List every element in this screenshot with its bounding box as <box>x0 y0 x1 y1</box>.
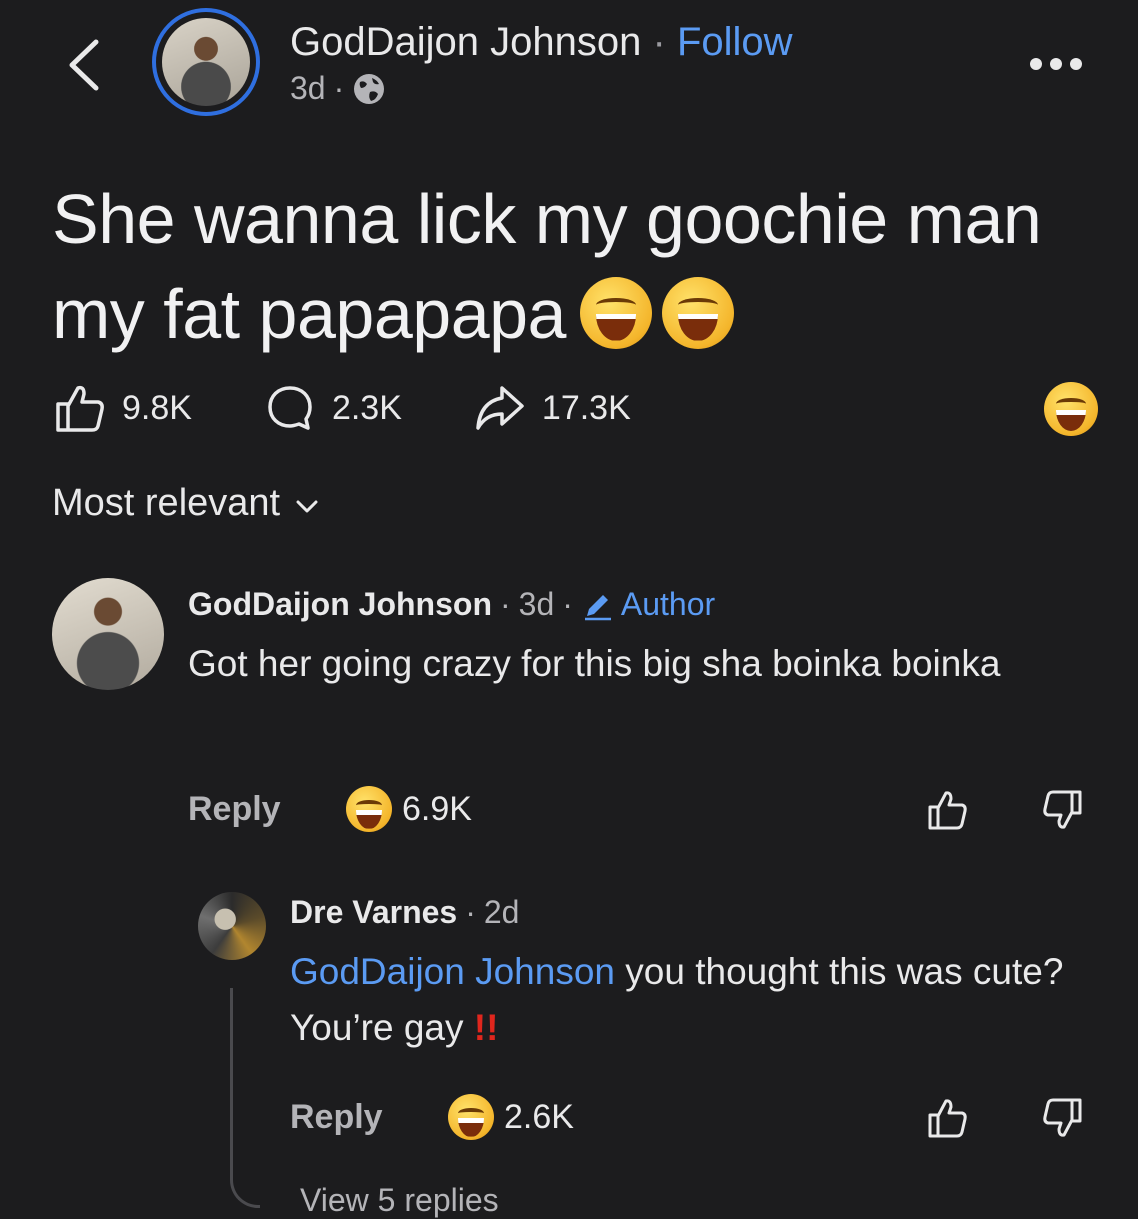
thumbs-down-icon <box>1043 790 1082 829</box>
double-exclamation-icon: !! <box>473 1007 499 1048</box>
upvote-button[interactable] <box>926 1096 970 1140</box>
comment-time: 3d <box>518 586 555 622</box>
separator: · <box>465 894 476 930</box>
thumbs-up-icon <box>928 1099 967 1138</box>
comment-author-name[interactable]: GodDaijon Johnson <box>188 586 492 623</box>
more-options-button[interactable] <box>1030 52 1090 76</box>
mention-link[interactable]: GodDaijon Johnson <box>290 951 615 992</box>
comment-header: GodDaijon Johnson · 3d · Author <box>188 586 715 623</box>
sort-dropdown[interactable]: Most relevant <box>52 482 320 525</box>
back-button[interactable] <box>62 38 106 92</box>
more-dot-icon <box>1050 58 1062 70</box>
grinning-face-reaction-icon[interactable] <box>1044 382 1098 436</box>
reply-reactions[interactable]: 2.6K <box>448 1094 574 1140</box>
sort-label: Most relevant <box>52 482 281 524</box>
reply-button[interactable]: Reply <box>290 1098 383 1137</box>
globe-icon <box>354 73 385 104</box>
comment-count: 2.3K <box>331 388 402 427</box>
follow-button[interactable]: Follow <box>677 20 793 64</box>
downvote-button[interactable] <box>1040 788 1084 832</box>
pencil-icon <box>584 594 611 620</box>
post-meta: 3d · <box>290 70 386 107</box>
meta-separator: · <box>333 70 345 106</box>
post-author-row: GodDaijon Johnson · Follow <box>290 18 793 66</box>
reply-button[interactable]: Reply <box>188 790 281 829</box>
comment-reactions[interactable]: 6.9K <box>346 786 472 832</box>
comment-bubble-icon <box>268 386 312 430</box>
chevron-down-icon <box>296 500 318 512</box>
separator: · <box>499 586 511 622</box>
author-badge-label: Author <box>620 586 716 622</box>
reply-header: Dre Varnes · 2d <box>290 894 519 931</box>
post-author-avatar[interactable] <box>152 8 260 116</box>
post-time: 3d <box>290 70 326 106</box>
thumbs-up-icon <box>928 791 967 830</box>
reaction-count: 6.9K <box>402 789 472 828</box>
like-count: 9.8K <box>122 388 192 427</box>
like-button[interactable]: 9.8K <box>52 380 192 436</box>
thumbs-up-icon <box>56 385 104 432</box>
comment-button[interactable]: 2.3K <box>262 380 402 436</box>
post-body: She wanna lick my goochie man my fat pap… <box>52 172 1052 362</box>
chevron-left-icon <box>69 39 99 91</box>
share-button[interactable]: 17.3K <box>472 380 631 436</box>
avatar-image <box>162 18 250 106</box>
rolling-laughing-emoji-icon <box>579 276 652 349</box>
thread-line <box>230 988 260 1208</box>
thumbs-down-icon <box>1043 1098 1082 1137</box>
reaction-count: 2.6K <box>504 1097 574 1136</box>
grinning-face-emoji-icon <box>448 1094 494 1140</box>
reply-avatar[interactable] <box>198 892 266 960</box>
comment-avatar[interactable] <box>52 578 164 690</box>
author-badge: Author <box>581 586 715 623</box>
post-stats-row: 9.8K 2.3K 17.3K <box>52 380 631 436</box>
more-dot-icon <box>1070 58 1082 70</box>
reply-text: GodDaijon Johnson you thought this was c… <box>290 944 1110 1056</box>
comment-actions: Reply 6.9K <box>188 786 1088 836</box>
more-dot-icon <box>1030 58 1042 70</box>
reply-actions: Reply 2.6K <box>290 1094 1090 1144</box>
rolling-laughing-emoji-icon <box>661 276 734 349</box>
comment-text: Got her going crazy for this big sha boi… <box>188 643 1001 684</box>
separator: · <box>562 586 573 622</box>
post-text: She wanna lick my goochie man my fat pap… <box>52 180 1042 353</box>
upvote-button[interactable] <box>926 788 970 832</box>
reply-time: 2d <box>483 894 520 930</box>
post-author-name[interactable]: GodDaijon Johnson <box>290 20 641 64</box>
downvote-button[interactable] <box>1040 1096 1084 1140</box>
grinning-face-emoji-icon <box>346 786 392 832</box>
separator: · <box>652 20 666 64</box>
share-arrow-icon <box>476 386 524 430</box>
reply-author-name[interactable]: Dre Varnes <box>290 894 457 931</box>
view-replies-link[interactable]: View 5 replies <box>300 1182 499 1219</box>
share-count: 17.3K <box>541 388 631 427</box>
